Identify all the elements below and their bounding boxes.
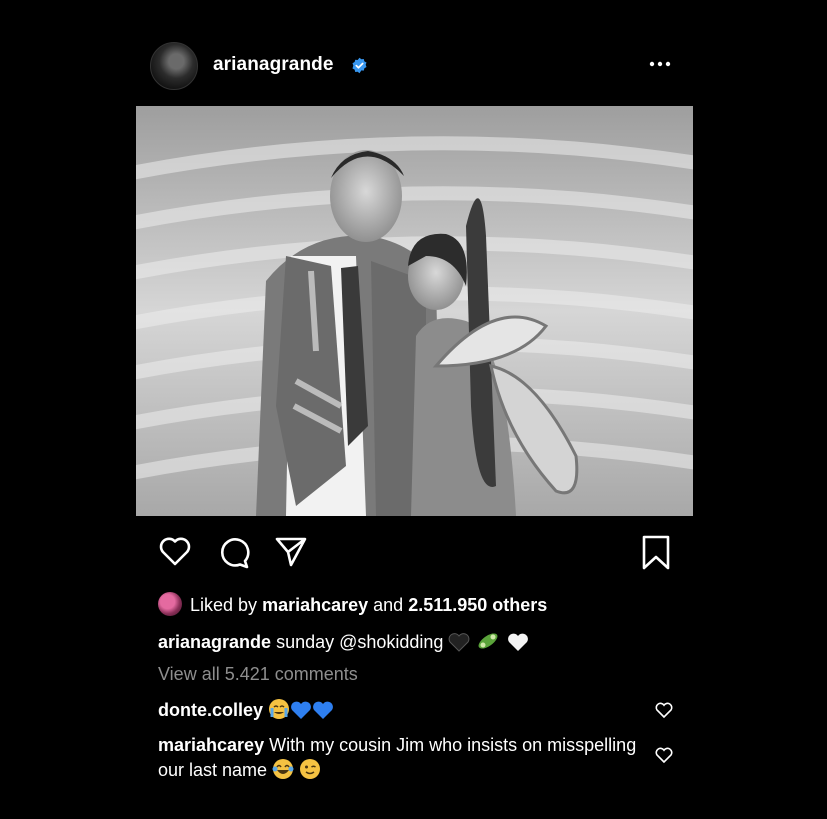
like-icon[interactable] [158,535,192,567]
post-photo-image [136,106,693,516]
blue-heart-emoji [291,701,311,719]
likes-middle: and [373,595,404,615]
post-caption: arianagrande sunday @shokidding [158,630,529,653]
post-action-bar [158,535,678,571]
share-icon[interactable] [274,535,308,567]
post-username[interactable]: arianagrande [213,54,334,76]
liker-avatar [158,592,182,616]
likes-count[interactable]: 2.511.950 others [408,595,547,615]
comment-row: mariahcarey With my cousin Jim who insis… [158,733,638,783]
comment-username[interactable]: mariahcarey [158,735,264,755]
comment-icon[interactable] [216,535,250,569]
comment-username[interactable]: donte.colley [158,700,263,720]
comment-like-icon[interactable] [654,701,674,719]
likes-by-user[interactable]: mariahcarey [262,595,368,615]
caption-username[interactable]: arianagrande [158,632,271,652]
blue-heart-emoji [313,701,333,719]
cucumber-emoji [479,633,498,649]
post-photo[interactable] [136,106,693,516]
winking-face-emoji [300,759,321,779]
tears-of-joy-emoji [272,759,294,779]
more-options-icon[interactable] [648,54,672,74]
white-heart-emoji [507,633,528,651]
black-heart-emoji [449,633,470,652]
likes-prefix: Liked by [190,595,258,615]
view-all-comments-link[interactable]: View all 5.421 comments [158,664,358,685]
comment-row: donte.colley [158,698,334,721]
save-icon[interactable] [641,535,671,571]
profile-avatar[interactable] [150,42,198,90]
comment-like-icon[interactable] [654,746,674,764]
post-header: arianagrande [150,42,680,90]
verified-badge-icon [352,57,367,74]
likes-summary[interactable]: Liked by mariahcarey and 2.511.950 other… [158,592,547,616]
crying-face-emoji [269,699,290,719]
caption-text: sunday @shokidding [276,632,444,652]
